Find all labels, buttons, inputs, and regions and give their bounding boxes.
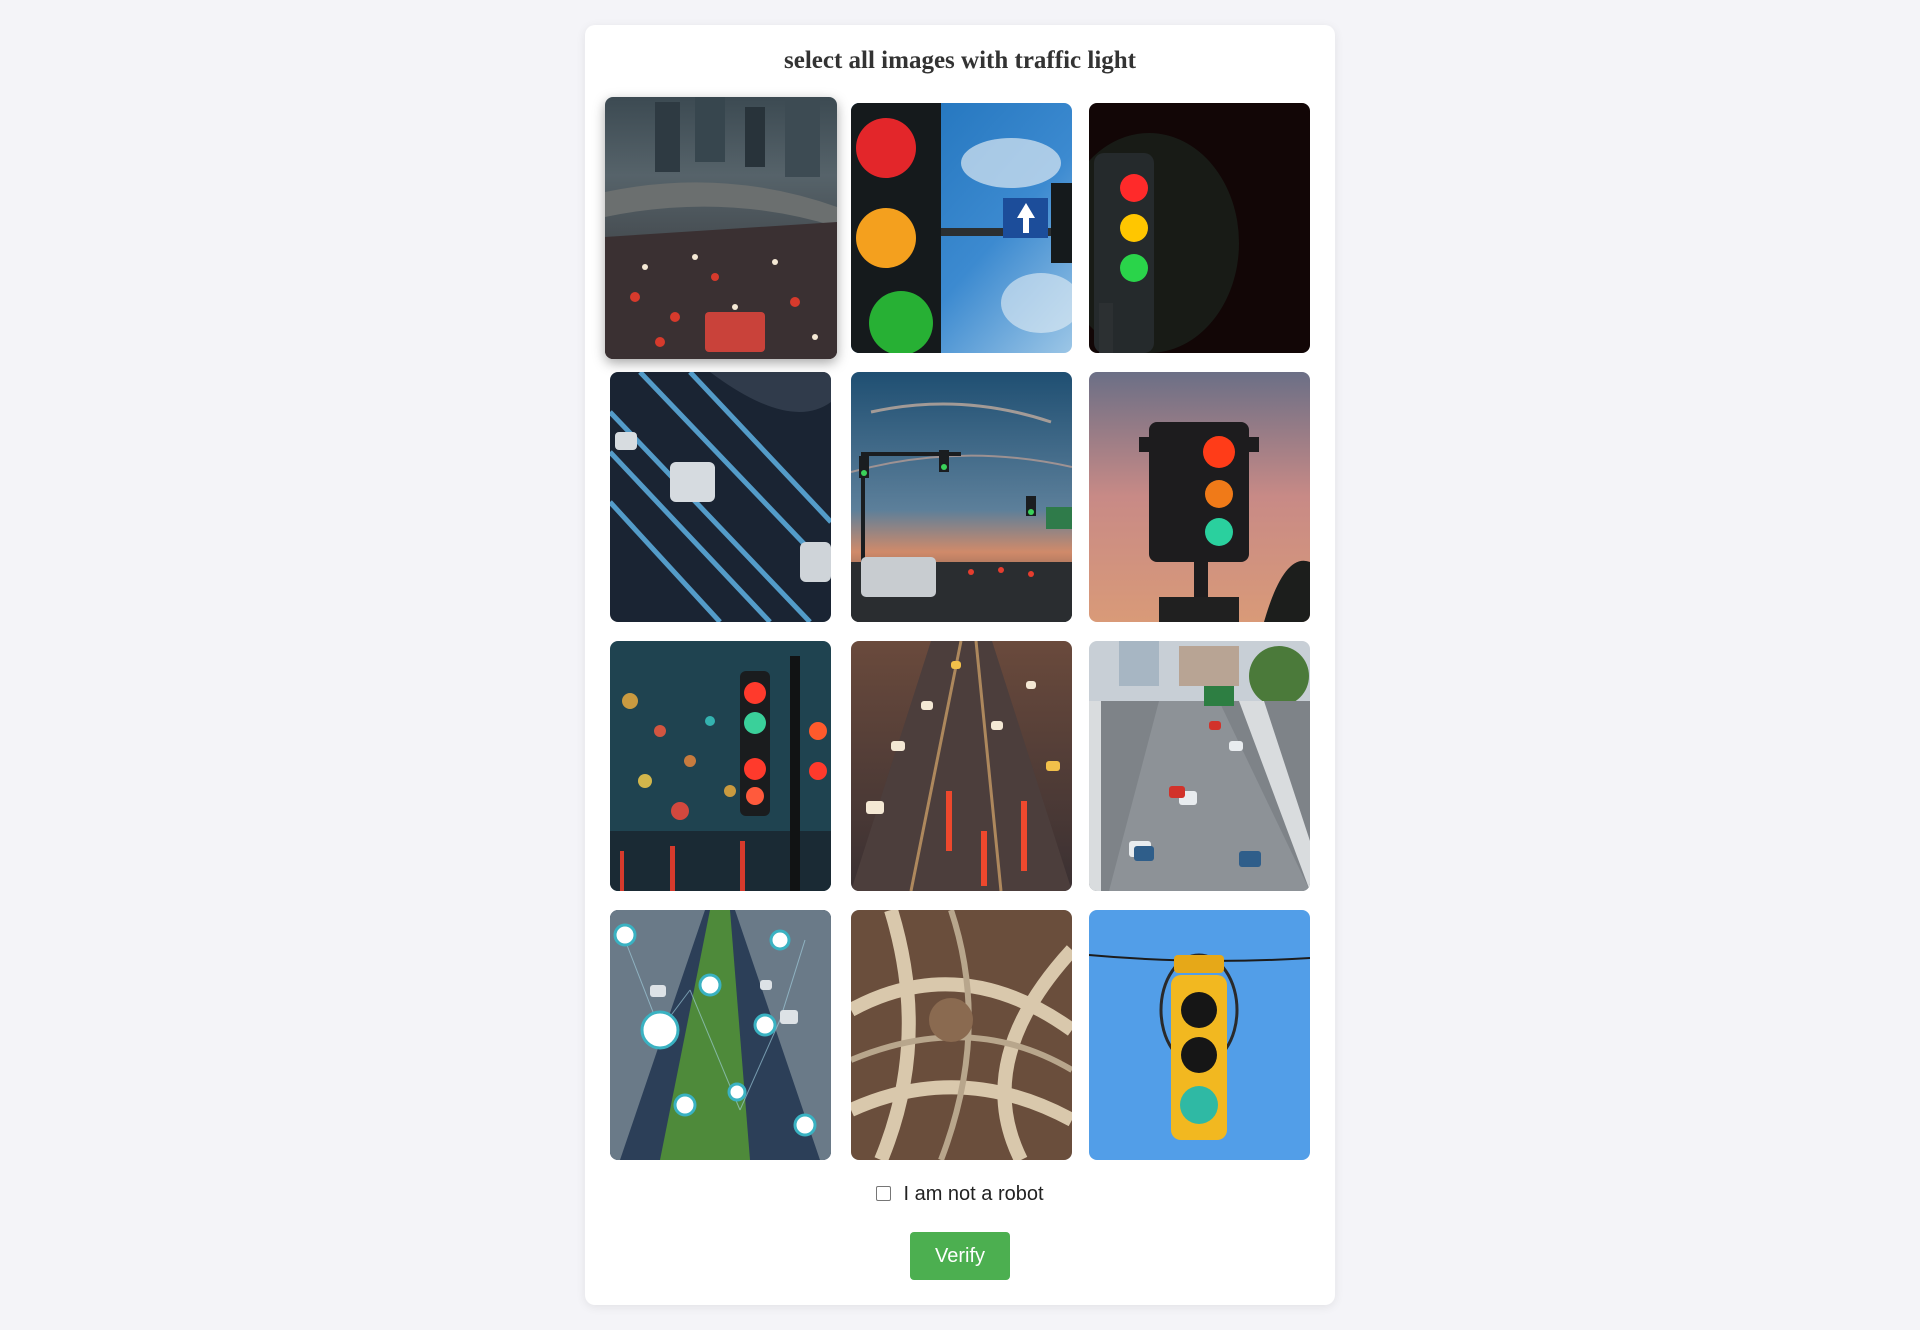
captcha-tile-9[interactable] bbox=[1089, 641, 1310, 891]
captcha-tile-5[interactable] bbox=[851, 372, 1072, 622]
not-a-robot-checkbox[interactable] bbox=[876, 1186, 892, 1201]
captcha-instruction: select all images with traffic light bbox=[784, 47, 1136, 74]
captcha-tile-7[interactable] bbox=[610, 641, 831, 891]
not-a-robot-row[interactable]: I am not a robot bbox=[585, 1183, 1335, 1206]
not-a-robot-label[interactable]: I am not a robot bbox=[903, 1183, 1043, 1205]
captcha-tile-1[interactable] bbox=[605, 97, 837, 359]
verify-button[interactable]: Verify bbox=[910, 1232, 1010, 1280]
captcha-tile-12[interactable] bbox=[1089, 910, 1310, 1160]
captcha-tile-4[interactable] bbox=[610, 372, 831, 622]
captcha-tile-2[interactable] bbox=[851, 103, 1072, 353]
captcha-tile-6[interactable] bbox=[1089, 372, 1310, 622]
captcha-tile-3[interactable] bbox=[1089, 103, 1310, 353]
captcha-tile-10[interactable] bbox=[610, 910, 831, 1160]
captcha-card: select all images with traffic light I a… bbox=[585, 25, 1335, 1305]
captcha-tile-8[interactable] bbox=[851, 641, 1072, 891]
captcha-tile-11[interactable] bbox=[851, 910, 1072, 1160]
